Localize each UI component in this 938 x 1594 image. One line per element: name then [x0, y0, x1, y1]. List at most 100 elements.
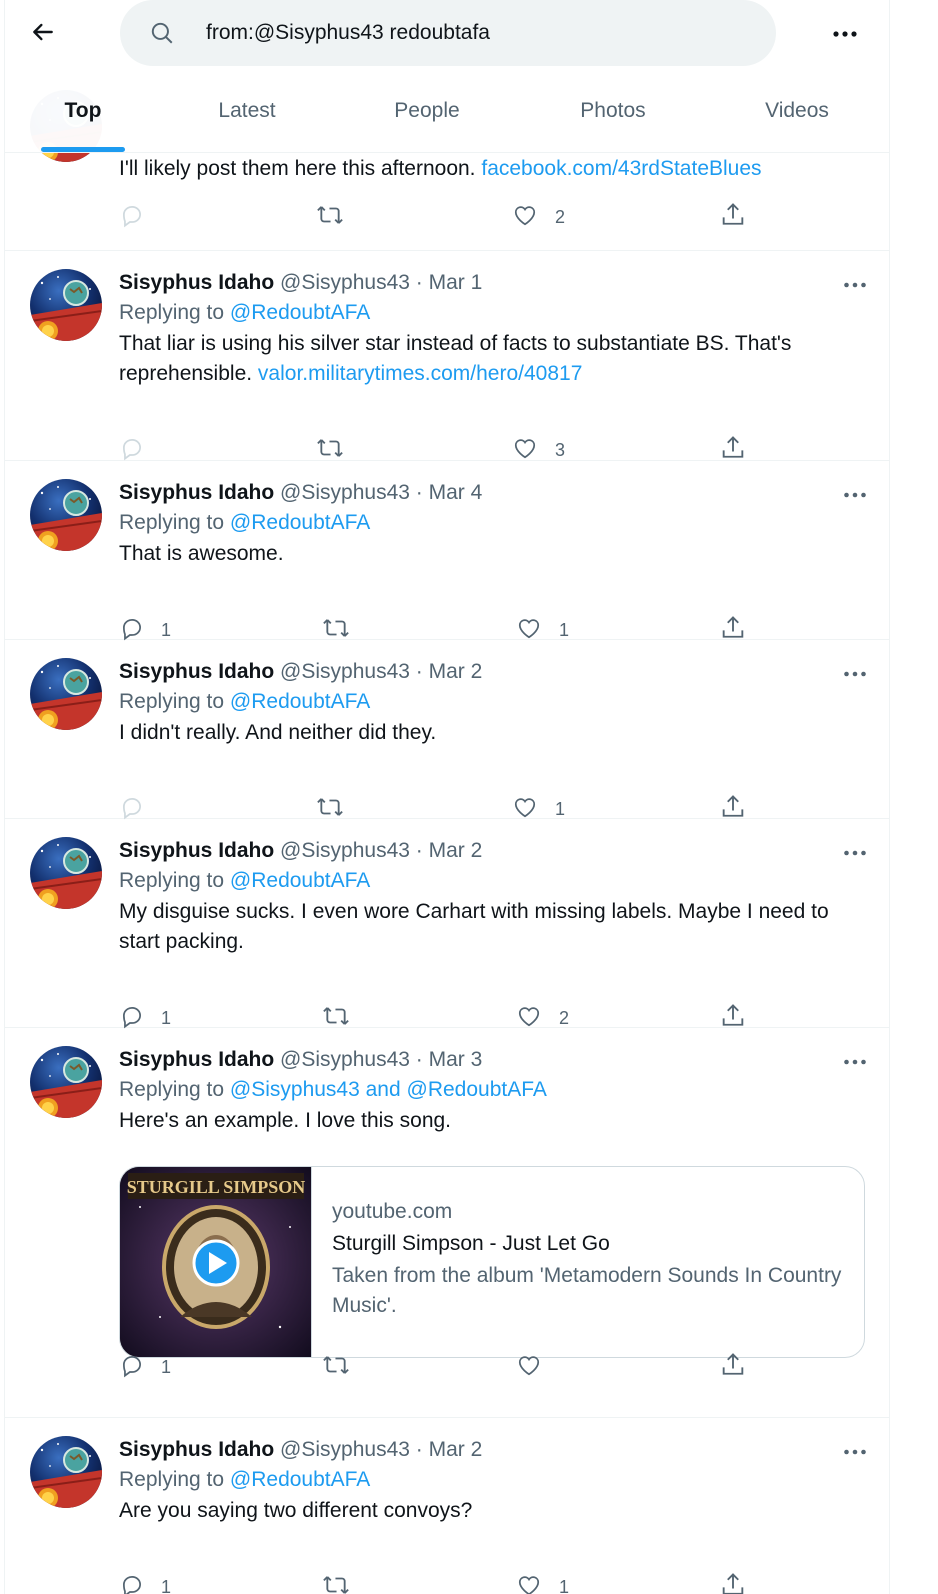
- replying-to: Replying to @RedoubtAFA: [119, 686, 867, 718]
- share-icon: [719, 201, 747, 234]
- like-count: 2: [559, 1007, 570, 1028]
- like-button[interactable]: [515, 1350, 543, 1384]
- tweet-date[interactable]: Mar 1: [429, 271, 483, 294]
- replying-to-mention[interactable]: @RedoubtAFA: [230, 301, 370, 324]
- tab-videos[interactable]: Videos: [705, 70, 889, 152]
- tab-top[interactable]: Top: [5, 70, 161, 152]
- tweet-text: I didn't really. And neither did they.: [119, 721, 437, 744]
- share-button[interactable]: [719, 1570, 747, 1594]
- link-card[interactable]: STURGILL SIMPSON youtube.com Sturgill Simp…: [119, 1166, 865, 1358]
- tweet-text: Are you saying two different convoys?: [119, 1499, 473, 1522]
- display-name[interactable]: Sisyphus Idaho: [119, 839, 274, 862]
- separator-dot: ·: [415, 839, 423, 862]
- replying-to-mention[interactable]: @RedoubtAFA: [230, 690, 370, 713]
- tab-label: Videos: [765, 99, 829, 122]
- reply-count: 1: [161, 1356, 172, 1377]
- tweet-date[interactable]: Mar 4: [429, 481, 483, 504]
- tab-latest[interactable]: Latest: [161, 70, 333, 152]
- retweet-button[interactable]: [315, 200, 345, 234]
- tweet-text: That liar is using his silver star inste…: [119, 332, 792, 385]
- tab-photos[interactable]: Photos: [521, 70, 705, 152]
- tweet[interactable]: Sisyphus Idaho @Sisyphus43 · Mar 2 Replyi…: [5, 640, 889, 819]
- share-button[interactable]: [719, 1350, 747, 1384]
- replying-to-mention[interactable]: @RedoubtAFA: [230, 511, 370, 534]
- like-button[interactable]: 2: [511, 200, 565, 234]
- tab-people[interactable]: People: [333, 70, 521, 152]
- reply-count: 1: [161, 619, 172, 640]
- tweet-date[interactable]: Mar 2: [429, 1438, 483, 1461]
- reply-button[interactable]: 1: [119, 1350, 171, 1384]
- search-results-feed: I'll likely post them here this afternoo…: [5, 0, 889, 1594]
- display-name[interactable]: Sisyphus Idaho: [119, 660, 274, 683]
- tab-label: Photos: [580, 99, 646, 122]
- display-name[interactable]: Sisyphus Idaho: [119, 271, 274, 294]
- tweet-header: Sisyphus Idaho @Sisyphus43 · Mar 3: [119, 1046, 867, 1074]
- replying-to-mention[interactable]: @Sisyphus43 and @RedoubtAFA: [230, 1078, 547, 1101]
- like-count: 3: [555, 439, 566, 460]
- like-count: 1: [559, 1576, 570, 1594]
- search-bar[interactable]: [120, 0, 776, 66]
- avatar[interactable]: [30, 269, 102, 341]
- tweet[interactable]: Sisyphus Idaho @Sisyphus43 · Mar 3 Replyi…: [5, 1028, 889, 1418]
- tweet-header: Sisyphus Idaho @Sisyphus43 · Mar 2: [119, 837, 867, 865]
- retweet-button[interactable]: [321, 1570, 351, 1594]
- display-name[interactable]: Sisyphus Idaho: [119, 1048, 274, 1071]
- heart-icon: [515, 1572, 543, 1594]
- avatar[interactable]: [30, 1046, 102, 1118]
- video-thumbnail[interactable]: STURGILL SIMPSON: [120, 1167, 312, 1357]
- avatar[interactable]: [30, 658, 102, 730]
- user-handle[interactable]: @Sisyphus43: [280, 1438, 410, 1461]
- replying-to-label: Replying to: [119, 690, 225, 713]
- tweet-link[interactable]: facebook.com/43rdStateBlues: [481, 157, 761, 180]
- heart-icon: [511, 202, 539, 233]
- heart-icon: [515, 1352, 543, 1383]
- avatar[interactable]: [30, 1436, 102, 1508]
- avatar[interactable]: [30, 479, 102, 551]
- reply-button[interactable]: 1: [119, 1570, 171, 1594]
- user-handle[interactable]: @Sisyphus43: [280, 839, 410, 862]
- avatar[interactable]: [30, 837, 102, 909]
- back-button[interactable]: [23, 14, 63, 54]
- replying-to: Replying to @RedoubtAFA: [119, 297, 867, 329]
- replying-to-mention[interactable]: @RedoubtAFA: [230, 869, 370, 892]
- display-name[interactable]: Sisyphus Idaho: [119, 481, 274, 504]
- tweet-date[interactable]: Mar 2: [429, 660, 483, 683]
- tab-label: People: [394, 99, 460, 122]
- user-handle[interactable]: @Sisyphus43: [280, 660, 410, 683]
- arrow-left-icon: [30, 19, 56, 50]
- search-input[interactable]: [206, 21, 726, 45]
- user-handle[interactable]: @Sisyphus43: [280, 1048, 410, 1071]
- user-handle[interactable]: @Sisyphus43: [280, 481, 410, 504]
- tweet-header: Sisyphus Idaho @Sisyphus43 · Mar 4: [119, 479, 867, 507]
- display-name[interactable]: Sisyphus Idaho: [119, 1438, 274, 1461]
- like-button[interactable]: 1: [515, 1570, 569, 1594]
- tweet-date[interactable]: Mar 3: [429, 1048, 483, 1071]
- search-header: Top Latest People Photos Videos: [5, 0, 889, 153]
- active-tab-indicator: [41, 147, 125, 152]
- share-button[interactable]: [719, 200, 747, 234]
- card-domain: youtube.com: [332, 1200, 453, 1223]
- tweet[interactable]: Sisyphus Idaho @Sisyphus43 · Mar 2 Replyi…: [5, 819, 889, 1028]
- user-handle[interactable]: @Sisyphus43: [280, 271, 410, 294]
- search-icon: [148, 19, 176, 47]
- like-count: 2: [555, 206, 566, 227]
- tweet[interactable]: Sisyphus Idaho @Sisyphus43 · Mar 1 Replyi…: [5, 251, 889, 461]
- tweet[interactable]: Sisyphus Idaho @Sisyphus43 · Mar 4 Replyi…: [5, 461, 889, 640]
- reply-count: 1: [161, 1576, 172, 1594]
- album-title-art: STURGILL SIMPSON: [127, 1177, 306, 1197]
- separator-dot: ·: [415, 481, 423, 504]
- reply-icon: [119, 1352, 145, 1383]
- timeline-column: I'll likely post them here this afternoo…: [4, 0, 890, 1594]
- more-options-button[interactable]: [825, 14, 865, 54]
- reply-button[interactable]: [119, 200, 145, 234]
- replying-to: Replying to @RedoubtAFA: [119, 507, 867, 539]
- replying-to-label: Replying to: [119, 511, 225, 534]
- tweet[interactable]: Sisyphus Idaho @Sisyphus43 · Mar 2 Replyi…: [5, 1418, 889, 1594]
- separator-dot: ·: [415, 660, 423, 683]
- tweet-link[interactable]: valor.militarytimes.com/hero/40817: [258, 362, 582, 385]
- like-count: 1: [555, 798, 566, 819]
- tweet-date[interactable]: Mar 2: [429, 839, 483, 862]
- reply-count: 1: [161, 1007, 172, 1028]
- replying-to-mention[interactable]: @RedoubtAFA: [230, 1468, 370, 1491]
- retweet-button[interactable]: [321, 1350, 351, 1384]
